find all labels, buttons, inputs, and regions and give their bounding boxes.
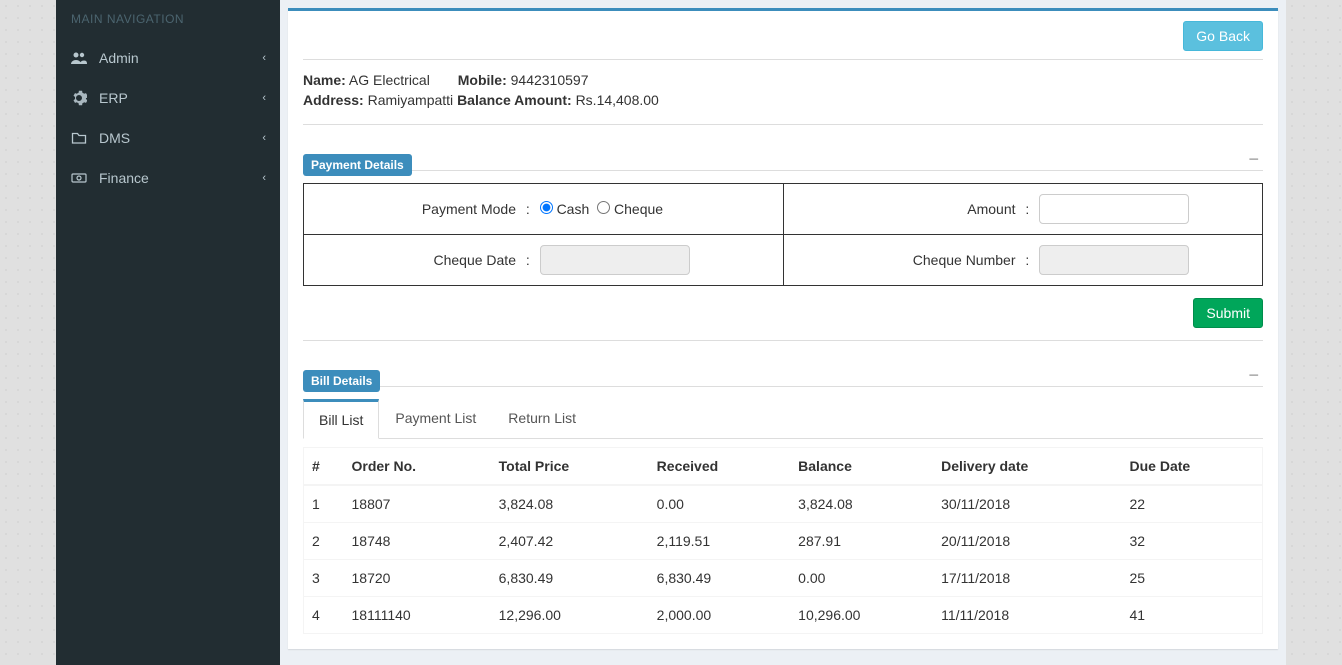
payment-mode-cash-radio[interactable] bbox=[540, 201, 553, 214]
mobile-value: 9442310597 bbox=[511, 72, 589, 88]
tab-return-list[interactable]: Return List bbox=[492, 399, 592, 439]
sidebar-item-label: Finance bbox=[99, 170, 149, 186]
sidebar-item-admin[interactable]: Admin ‹ bbox=[56, 38, 280, 78]
cell-order-no: 18748 bbox=[344, 523, 491, 560]
cheque-number-input bbox=[1039, 245, 1189, 275]
col-total-price: Total Price bbox=[491, 448, 649, 486]
cheque-date-input bbox=[540, 245, 690, 275]
cheque-date-label: Cheque Date bbox=[316, 252, 516, 268]
go-back-button[interactable]: Go Back bbox=[1183, 21, 1263, 51]
col-delivery-date: Delivery date bbox=[933, 448, 1121, 486]
cell-order-no: 18111140 bbox=[344, 597, 491, 634]
name-label: Name: bbox=[303, 72, 346, 88]
table-row[interactable]: 3187206,830.496,830.490.0017/11/201825 bbox=[304, 560, 1263, 597]
cell-balance: 0.00 bbox=[790, 560, 933, 597]
cell-due-date: 22 bbox=[1122, 485, 1263, 523]
amount-label: Amount bbox=[796, 201, 1016, 217]
cell-total-price: 2,407.42 bbox=[491, 523, 649, 560]
table-row[interactable]: 41811114012,296.002,000.0010,296.0011/11… bbox=[304, 597, 1263, 634]
cell-due-date: 41 bbox=[1122, 597, 1263, 634]
sidebar-section-title: MAIN NAVIGATION bbox=[56, 0, 280, 38]
cell-delivery-date: 20/11/2018 bbox=[933, 523, 1121, 560]
cell-order-no: 18807 bbox=[344, 485, 491, 523]
col-order-no: Order No. bbox=[344, 448, 491, 486]
col-received: Received bbox=[649, 448, 790, 486]
money-icon bbox=[71, 170, 91, 186]
balance-label: Balance Amount: bbox=[457, 92, 572, 108]
page-right-gutter bbox=[1286, 0, 1342, 665]
customer-info: Name: AG Electrical Mobile: 9442310597 A… bbox=[303, 59, 1263, 125]
bill-section-header: Bill Details − bbox=[303, 356, 1263, 387]
cell-order-no: 18720 bbox=[344, 560, 491, 597]
cell-idx: 2 bbox=[304, 523, 344, 560]
cell-received: 2,000.00 bbox=[649, 597, 790, 634]
cell-total-price: 6,830.49 bbox=[491, 560, 649, 597]
payment-mode-cheque-radio[interactable] bbox=[597, 201, 610, 214]
address-label: Address: bbox=[303, 92, 364, 108]
tab-payment-list[interactable]: Payment List bbox=[379, 399, 492, 439]
main-panel: Go Back Name: AG Electrical Mobile: 9442… bbox=[288, 8, 1278, 649]
cell-idx: 4 bbox=[304, 597, 344, 634]
col-due-date: Due Date bbox=[1122, 448, 1263, 486]
submit-button[interactable]: Submit bbox=[1193, 298, 1263, 328]
sidebar-item-label: DMS bbox=[99, 130, 130, 146]
payment-mode-label: Payment Mode bbox=[316, 201, 516, 217]
cell-delivery-date: 17/11/2018 bbox=[933, 560, 1121, 597]
sidebar-item-dms[interactable]: DMS ‹ bbox=[56, 118, 280, 158]
payment-section-title: Payment Details bbox=[303, 154, 412, 176]
table-header-row: # Order No. Total Price Received Balance… bbox=[304, 448, 1263, 486]
mobile-label: Mobile: bbox=[458, 72, 507, 88]
col-idx: # bbox=[304, 448, 344, 486]
collapse-bill-button[interactable]: − bbox=[1244, 365, 1263, 386]
cell-balance: 10,296.00 bbox=[790, 597, 933, 634]
cell-received: 6,830.49 bbox=[649, 560, 790, 597]
gear-icon bbox=[71, 90, 91, 106]
cheque-number-label: Cheque Number bbox=[796, 252, 1016, 268]
cell-idx: 1 bbox=[304, 485, 344, 523]
main-content: Go Back Name: AG Electrical Mobile: 9442… bbox=[280, 0, 1286, 665]
cell-delivery-date: 30/11/2018 bbox=[933, 485, 1121, 523]
table-row[interactable]: 2187482,407.422,119.51287.9120/11/201832 bbox=[304, 523, 1263, 560]
col-balance: Balance bbox=[790, 448, 933, 486]
cell-received: 0.00 bbox=[649, 485, 790, 523]
table-row[interactable]: 1188073,824.080.003,824.0830/11/201822 bbox=[304, 485, 1263, 523]
cell-due-date: 25 bbox=[1122, 560, 1263, 597]
chevron-left-icon: ‹ bbox=[262, 172, 266, 184]
chevron-left-icon: ‹ bbox=[262, 52, 266, 64]
cell-due-date: 32 bbox=[1122, 523, 1263, 560]
payment-mode-cash[interactable]: Cash bbox=[540, 201, 593, 217]
address-value: Ramiyampatti bbox=[368, 92, 454, 108]
sidebar-item-label: ERP bbox=[99, 90, 128, 106]
cell-balance: 3,824.08 bbox=[790, 485, 933, 523]
name-value: AG Electrical bbox=[349, 72, 430, 88]
tab-bill-list[interactable]: Bill List bbox=[303, 399, 379, 439]
page-left-gutter bbox=[0, 0, 56, 665]
users-icon bbox=[71, 50, 91, 66]
payment-form-table: Payment Mode : Cash Cheque Amount bbox=[303, 183, 1263, 286]
go-back-row: Go Back bbox=[303, 21, 1263, 59]
payment-section-header: Payment Details − bbox=[303, 140, 1263, 171]
cell-total-price: 12,296.00 bbox=[491, 597, 649, 634]
bill-tabs: Bill List Payment List Return List bbox=[303, 399, 1263, 439]
collapse-payment-button[interactable]: − bbox=[1244, 149, 1263, 170]
folder-icon bbox=[71, 130, 91, 146]
chevron-left-icon: ‹ bbox=[262, 92, 266, 104]
cell-received: 2,119.51 bbox=[649, 523, 790, 560]
balance-value: Rs.14,408.00 bbox=[576, 92, 659, 108]
sidebar-item-finance[interactable]: Finance ‹ bbox=[56, 158, 280, 198]
amount-input[interactable] bbox=[1039, 194, 1189, 224]
bill-section-title: Bill Details bbox=[303, 370, 380, 392]
cell-balance: 287.91 bbox=[790, 523, 933, 560]
bill-table: # Order No. Total Price Received Balance… bbox=[303, 447, 1263, 634]
sidebar-item-erp[interactable]: ERP ‹ bbox=[56, 78, 280, 118]
cell-delivery-date: 11/11/2018 bbox=[933, 597, 1121, 634]
chevron-left-icon: ‹ bbox=[262, 132, 266, 144]
sidebar: MAIN NAVIGATION Admin ‹ ERP ‹ DMS ‹ bbox=[56, 0, 280, 665]
submit-row: Submit bbox=[303, 298, 1263, 341]
sidebar-item-label: Admin bbox=[99, 50, 139, 66]
cell-idx: 3 bbox=[304, 560, 344, 597]
cell-total-price: 3,824.08 bbox=[491, 485, 649, 523]
payment-mode-cheque[interactable]: Cheque bbox=[597, 201, 663, 217]
